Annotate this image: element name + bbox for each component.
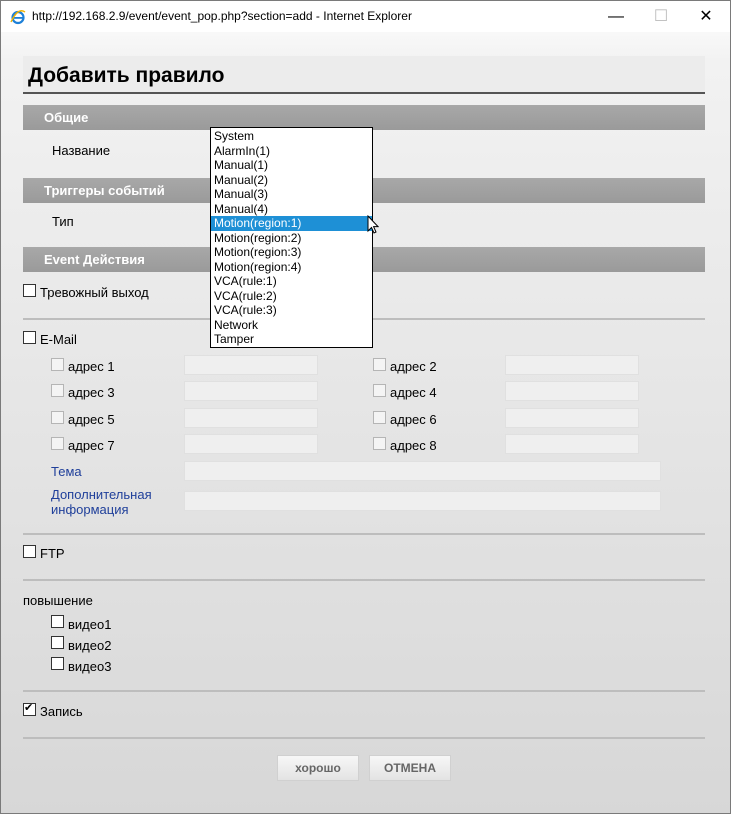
address-8-label: адрес 8: [390, 438, 437, 453]
divider: [23, 690, 705, 692]
dropdown-option[interactable]: Tamper: [211, 332, 372, 347]
address-3-label: адрес 3: [68, 385, 115, 400]
address-6-checkbox[interactable]: [373, 411, 386, 424]
record-checkbox[interactable]: [23, 701, 36, 716]
dropdown-option[interactable]: Motion(region:2): [211, 231, 372, 246]
divider: [23, 737, 705, 739]
address-7-checkbox[interactable]: [51, 437, 64, 450]
minimize-button[interactable]: —: [593, 1, 639, 32]
video3-checkbox[interactable]: [51, 657, 64, 670]
address-5-checkbox[interactable]: [51, 411, 64, 424]
section-general-title: Общие: [44, 110, 89, 125]
address-7-field[interactable]: [184, 434, 318, 454]
extra-info-field[interactable]: [184, 491, 661, 511]
section-actions-title: Event Действия: [44, 252, 145, 267]
browser-window: http://192.168.2.9/event/event_pop.php?s…: [0, 0, 731, 814]
extra-info-label-line2: информация: [51, 502, 129, 517]
section-triggers-title: Триггеры событий: [44, 183, 165, 198]
address-3-checkbox[interactable]: [51, 384, 64, 397]
address-8-field[interactable]: [505, 434, 639, 454]
video1-label: видео1: [68, 617, 112, 632]
address-1-field[interactable]: [184, 355, 318, 375]
dropdown-option[interactable]: AlarmIn(1): [211, 144, 372, 159]
dropdown-option[interactable]: VCA(rule:2): [211, 289, 372, 304]
address-2-field[interactable]: [505, 355, 639, 375]
address-4-label: адрес 4: [390, 385, 437, 400]
subject-label: Тема: [51, 464, 82, 479]
ftp-checkbox[interactable]: [23, 545, 36, 558]
record-label: Запись: [40, 704, 83, 719]
address-5-label: адрес 5: [68, 412, 115, 427]
window-title: http://192.168.2.9/event/event_pop.php?s…: [32, 9, 412, 23]
maximize-button[interactable]: ☐: [638, 1, 684, 32]
address-5-field[interactable]: [184, 408, 318, 428]
divider: [23, 579, 705, 581]
mouse-cursor-icon: [367, 215, 379, 234]
alarm-out-label: Тревожный выход: [40, 285, 149, 300]
address-1-checkbox[interactable]: [51, 358, 64, 371]
video2-checkbox[interactable]: [51, 636, 64, 649]
dropdown-option[interactable]: Manual(3): [211, 187, 372, 202]
address-6-label: адрес 6: [390, 412, 437, 427]
address-6-field[interactable]: [505, 408, 639, 428]
divider: [23, 533, 705, 535]
dropdown-option[interactable]: Manual(2): [211, 173, 372, 188]
video1-checkbox[interactable]: [51, 615, 64, 628]
video2-label: видео2: [68, 638, 112, 653]
ok-button[interactable]: хорошо: [277, 755, 359, 781]
extra-info-label-line1: Дополнительная: [51, 487, 152, 502]
event-type-dropdown-list[interactable]: System AlarmIn(1) Manual(1) Manual(2) Manual…: [210, 127, 373, 348]
dropdown-option[interactable]: VCA(rule:3): [211, 303, 372, 318]
upload-label: повышение: [23, 593, 93, 608]
title-bar: http://192.168.2.9/event/event_pop.php?s…: [1, 1, 730, 32]
address-8-checkbox[interactable]: [373, 437, 386, 450]
address-2-label: адрес 2: [390, 359, 437, 374]
internet-explorer-icon: [10, 10, 26, 25]
name-label: Название: [52, 143, 111, 158]
type-label: Тип: [52, 214, 74, 229]
video3-label: видео3: [68, 659, 112, 674]
page-header: Добавить правило: [23, 56, 705, 94]
email-label: E-Mail: [40, 332, 77, 347]
dropdown-option[interactable]: Motion(region:1): [211, 216, 372, 231]
cancel-button[interactable]: ОТМЕНА: [369, 755, 451, 781]
address-4-field[interactable]: [505, 381, 639, 401]
address-2-checkbox[interactable]: [373, 358, 386, 371]
dropdown-option[interactable]: VCA(rule:1): [211, 274, 372, 289]
page-title: Добавить правило: [28, 64, 225, 87]
address-1-label: адрес 1: [68, 359, 115, 374]
dropdown-option[interactable]: Manual(4): [211, 202, 372, 217]
subject-field[interactable]: [184, 461, 661, 481]
email-checkbox[interactable]: [23, 331, 36, 344]
dropdown-option[interactable]: System: [211, 129, 372, 144]
alarm-out-checkbox[interactable]: [23, 284, 36, 297]
close-button[interactable]: ✕: [683, 1, 729, 32]
address-3-field[interactable]: [184, 381, 318, 401]
ftp-label: FTP: [40, 546, 65, 561]
dropdown-option[interactable]: Motion(region:4): [211, 260, 372, 275]
address-4-checkbox[interactable]: [373, 384, 386, 397]
dropdown-option[interactable]: Network: [211, 318, 372, 333]
dropdown-option[interactable]: Manual(1): [211, 158, 372, 173]
dropdown-option[interactable]: Motion(region:3): [211, 245, 372, 260]
address-7-label: адрес 7: [68, 438, 115, 453]
